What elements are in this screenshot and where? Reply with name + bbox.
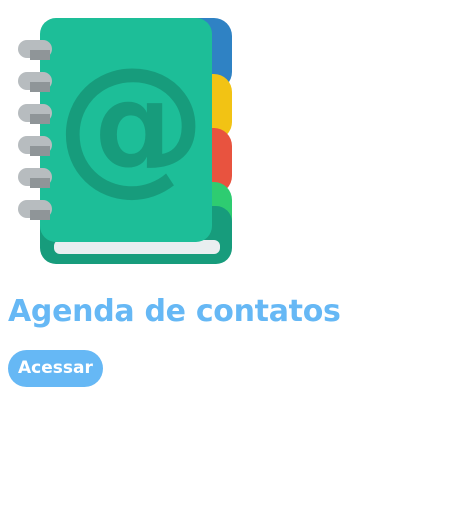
access-button[interactable]: Acessar bbox=[8, 350, 103, 387]
app-card: @ Agenda de contatos Acessar bbox=[0, 0, 475, 527]
app-title: Agenda de contatos bbox=[8, 294, 341, 329]
address-book-icon: @ bbox=[18, 18, 232, 264]
at-symbol: @ bbox=[56, 36, 206, 210]
book-pages bbox=[54, 240, 220, 254]
